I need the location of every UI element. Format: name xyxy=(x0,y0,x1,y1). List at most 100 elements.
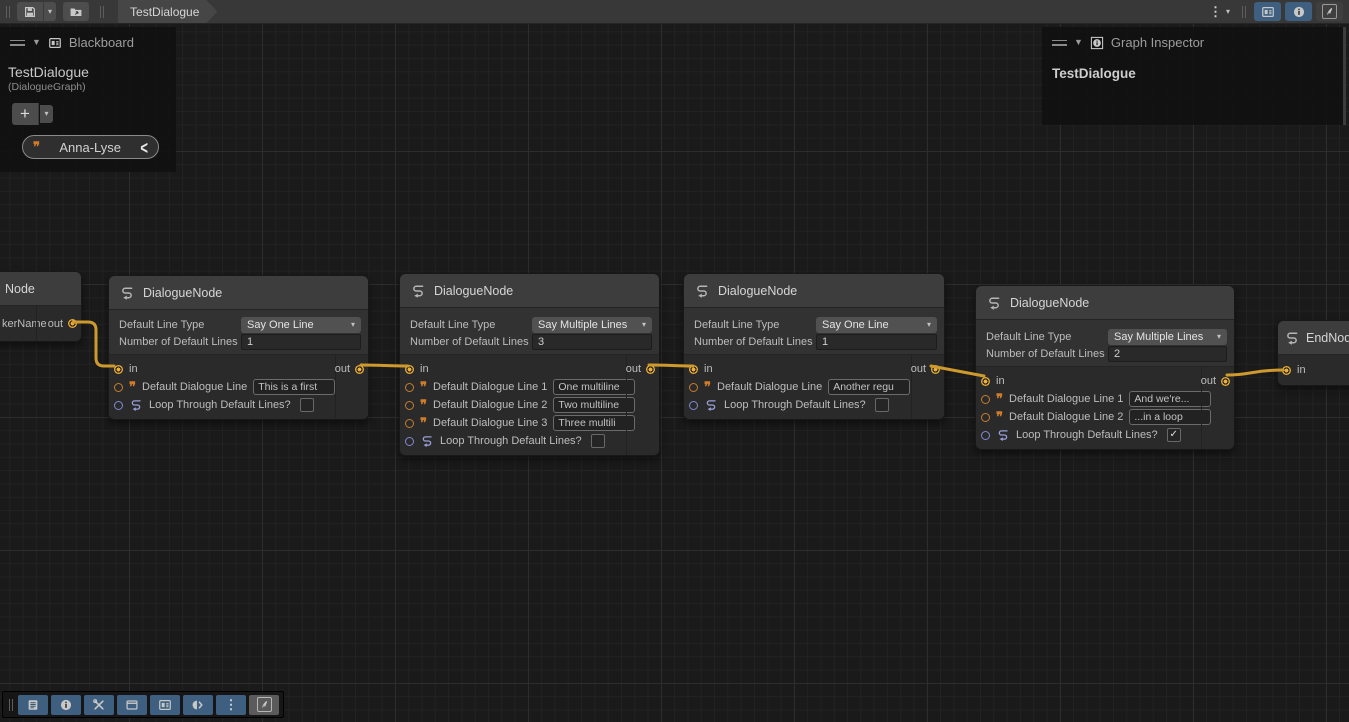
toolbar-drag-handle[interactable] xyxy=(9,699,13,711)
line-type-label: Default Line Type xyxy=(410,319,532,331)
save-icon xyxy=(23,5,37,19)
output-port[interactable] xyxy=(646,365,655,374)
graph-inspector-panel[interactable]: ▼ Graph Inspector TestDialogue xyxy=(1042,27,1346,125)
toggle-notes-button[interactable] xyxy=(18,695,48,715)
node-title-bar[interactable]: DialogueNode xyxy=(684,274,944,307)
graph-name: TestDialogue xyxy=(1042,54,1343,81)
node-title-bar[interactable]: DialogueNode xyxy=(400,274,659,307)
line-type-dropdown[interactable]: Say Multiple Lines ▾ xyxy=(532,317,652,333)
input-port[interactable] xyxy=(689,365,698,374)
output-port[interactable] xyxy=(931,365,940,374)
property-name: Anna-Lyse xyxy=(48,140,132,155)
dialogue-line-field[interactable]: And we're... xyxy=(1129,391,1211,407)
dialogue-line-field[interactable]: Two multiline xyxy=(553,397,635,413)
dialogue-line-port[interactable] xyxy=(981,395,990,404)
chevron-down-icon: ▾ xyxy=(44,110,48,118)
dialogue-line-field[interactable]: One multiline xyxy=(553,379,635,395)
panel-drag-handle[interactable] xyxy=(10,40,25,46)
dialogue-line-port[interactable] xyxy=(114,383,123,392)
line-type-dropdown[interactable]: Say Multiple Lines ▾ xyxy=(1108,329,1227,345)
loop-port[interactable] xyxy=(689,401,698,410)
dialogue-line-port[interactable] xyxy=(689,383,698,392)
loop-checkbox[interactable] xyxy=(875,398,889,412)
blackboard-icon xyxy=(1261,5,1275,19)
input-port[interactable] xyxy=(981,377,990,386)
breadcrumb[interactable]: TestDialogue xyxy=(118,0,217,23)
edge-d4-to-end xyxy=(1227,370,1283,375)
node-title-bar[interactable]: EndNode xyxy=(1278,321,1349,354)
num-lines-field[interactable]: 3 xyxy=(532,334,652,350)
more-options-button[interactable]: ⋮ xyxy=(216,695,246,715)
input-port[interactable] xyxy=(1282,366,1291,375)
toggle-tools-button[interactable] xyxy=(84,695,114,715)
input-port[interactable] xyxy=(114,365,123,374)
add-property-options-button[interactable]: ▾ xyxy=(40,105,53,123)
add-property-button[interactable]: + xyxy=(12,103,39,125)
input-port[interactable] xyxy=(405,365,414,374)
dialogue-node-3[interactable]: DialogueNode Default Line Type Say One L… xyxy=(683,273,945,420)
output-port[interactable] xyxy=(1221,377,1230,386)
save-options-button[interactable]: ▾ xyxy=(44,2,56,21)
toggle-window-button[interactable] xyxy=(117,695,147,715)
loop-port[interactable] xyxy=(981,431,990,440)
collapse-arrow-icon[interactable]: ▼ xyxy=(32,38,41,47)
dialogue-line-port[interactable] xyxy=(405,383,414,392)
folder-open-icon xyxy=(69,5,83,19)
line-type-label: Default Line Type xyxy=(119,319,241,331)
collapse-arrow-icon[interactable]: ▼ xyxy=(1074,38,1083,47)
quote-icon: ❞ xyxy=(33,142,40,152)
node-title-bar[interactable]: Node xyxy=(0,272,81,305)
node-title-bar[interactable]: DialogueNode xyxy=(109,276,368,309)
dialogue-node-2[interactable]: DialogueNode Default Line Type Say Multi… xyxy=(399,273,660,456)
quote-icon: ❞ xyxy=(420,400,427,410)
toggle-blackboard-button[interactable] xyxy=(150,695,180,715)
check-icon: ✓ xyxy=(1169,430,1177,440)
dialogue-line-field[interactable]: Three multili xyxy=(553,415,635,431)
chevron-left-icon[interactable]: < xyxy=(140,137,148,158)
dialogue-node-1[interactable]: DialogueNode Default Line Type Say One L… xyxy=(108,275,369,420)
loop-port[interactable] xyxy=(405,437,414,446)
graph-canvas[interactable]: ▾ TestDialogue ⋮ ▾ xyxy=(0,0,1349,722)
dialogue-node-icon xyxy=(694,283,710,299)
toggle-transition-button[interactable] xyxy=(183,695,213,715)
dialogue-line-field[interactable]: This is a first xyxy=(253,379,335,395)
dialogue-line-port[interactable] xyxy=(405,401,414,410)
loop-checkbox[interactable] xyxy=(591,434,605,448)
in-label: in xyxy=(704,363,713,375)
blackboard-property[interactable]: ❞ Anna-Lyse < xyxy=(22,135,159,159)
toolbar-drag-handle[interactable] xyxy=(6,6,10,18)
dialogue-line-port[interactable] xyxy=(981,413,990,422)
dialogue-node-4[interactable]: DialogueNode Default Line Type Say Multi… xyxy=(975,285,1235,450)
num-lines-field[interactable]: 2 xyxy=(1108,346,1227,362)
toggle-minimap-button[interactable] xyxy=(249,695,279,715)
end-node[interactable]: EndNode in xyxy=(1277,320,1349,386)
toolbar-options-button[interactable]: ⋮ ▾ xyxy=(1203,2,1236,21)
line-type-dropdown[interactable]: Say One Line ▾ xyxy=(241,317,361,333)
out-label: out xyxy=(626,363,641,375)
dialogue-line-port[interactable] xyxy=(405,419,414,428)
num-lines-field[interactable]: 1 xyxy=(241,334,361,350)
panel-drag-handle[interactable] xyxy=(1052,40,1067,46)
toggle-blackboard-button[interactable] xyxy=(1254,2,1281,21)
output-port[interactable] xyxy=(68,319,77,328)
panel-title: Blackboard xyxy=(69,35,134,50)
toggle-graph-inspector-button[interactable] xyxy=(1285,2,1312,21)
toggle-minimap-button[interactable] xyxy=(1316,2,1343,21)
dialogue-line-label: Default Dialogue Line xyxy=(142,381,247,393)
loop-port[interactable] xyxy=(114,401,123,410)
loop-checkbox[interactable] xyxy=(300,398,314,412)
dialogue-line-field[interactable]: ...in a loop xyxy=(1129,409,1211,425)
toggle-inspector-button[interactable] xyxy=(51,695,81,715)
node-title-bar[interactable]: DialogueNode xyxy=(976,286,1234,319)
num-lines-field[interactable]: 1 xyxy=(816,334,937,350)
loop-checkbox[interactable]: ✓ xyxy=(1167,428,1181,442)
speaker-name-node[interactable]: Node kerName out xyxy=(0,271,82,342)
line-type-dropdown[interactable]: Say One Line ▾ xyxy=(816,317,937,333)
info-icon xyxy=(1292,5,1306,19)
output-port[interactable] xyxy=(355,365,364,374)
blackboard-panel[interactable]: ▼ Blackboard TestDialogue (DialogueGraph… xyxy=(0,27,176,172)
num-lines-label: Number of Default Lines xyxy=(694,336,816,348)
open-asset-button[interactable] xyxy=(63,2,89,21)
save-button[interactable] xyxy=(17,2,44,21)
dialogue-line-field[interactable]: Another regu xyxy=(828,379,910,395)
